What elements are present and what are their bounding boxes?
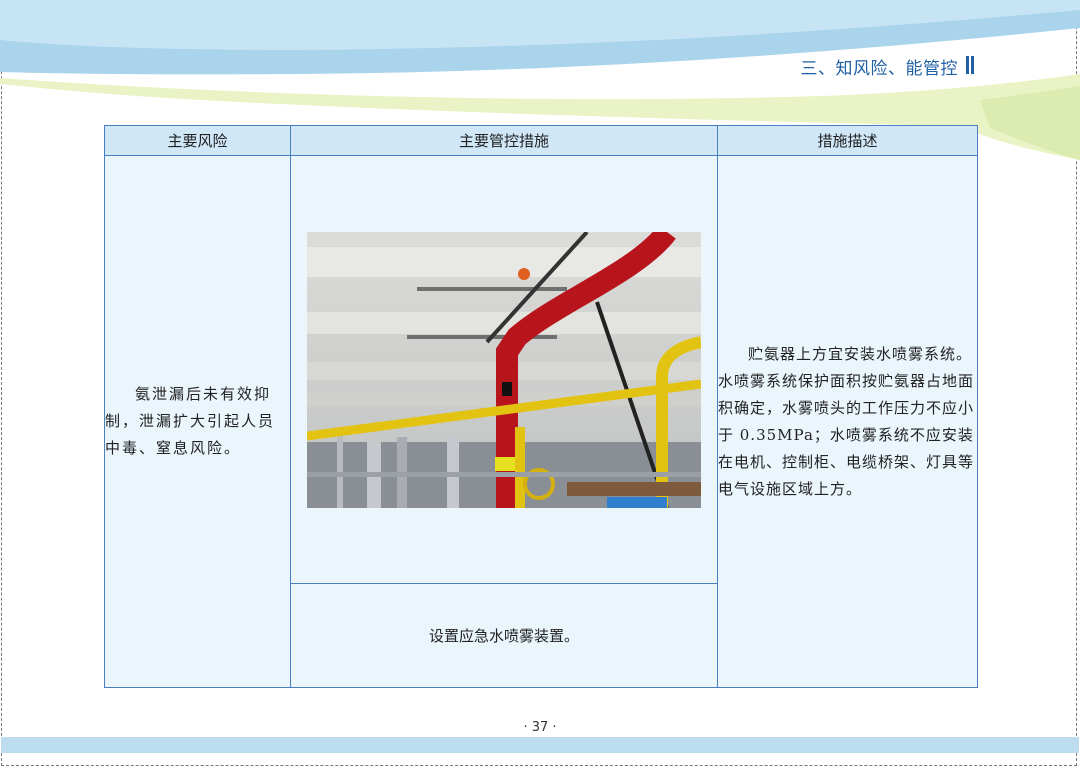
risk-cell: 氨泄漏后未有效抑制，泄漏扩大引起人员中毒、窒息风险。: [104, 155, 291, 688]
table-header-row: 主要风险 主要管控措施 措施描述: [104, 125, 978, 156]
risk-control-table: 主要风险 主要管控措施 措施描述 氨泄漏后未有效抑制，泄漏扩大引起人员中毒、窒息…: [104, 125, 978, 688]
header-control-measures: 主要管控措施: [290, 125, 718, 156]
header-measure-description: 措施描述: [717, 125, 978, 156]
table-row: 氨泄漏后未有效抑制，泄漏扩大引起人员中毒、窒息风险。 贮氨器上方宜安装水喷雾系统…: [104, 155, 978, 688]
footer-band: [1, 737, 1079, 753]
description-text: 贮氨器上方宜安装水喷雾系统。水喷雾系统保护面积按贮氨器占地面积确定，水雾喷头的工…: [718, 344, 975, 498]
header-main-risk: 主要风险: [104, 125, 291, 156]
title-bar-icon: [966, 56, 976, 74]
risk-text: 氨泄漏后未有效抑制，泄漏扩大引起人员中毒、窒息风险。: [105, 385, 276, 457]
photo-cell: [290, 155, 718, 584]
measure-caption: 设置应急水喷雾装置。: [290, 583, 718, 688]
description-cell: 贮氨器上方宜安装水喷雾系统。水喷雾系统保护面积按贮氨器占地面积确定，水雾喷头的工…: [717, 155, 978, 688]
water-spray-system-photo: [307, 231, 701, 508]
page-number: · 37 ·: [523, 720, 557, 735]
section-title: 三、知风险、能管控: [800, 59, 958, 79]
